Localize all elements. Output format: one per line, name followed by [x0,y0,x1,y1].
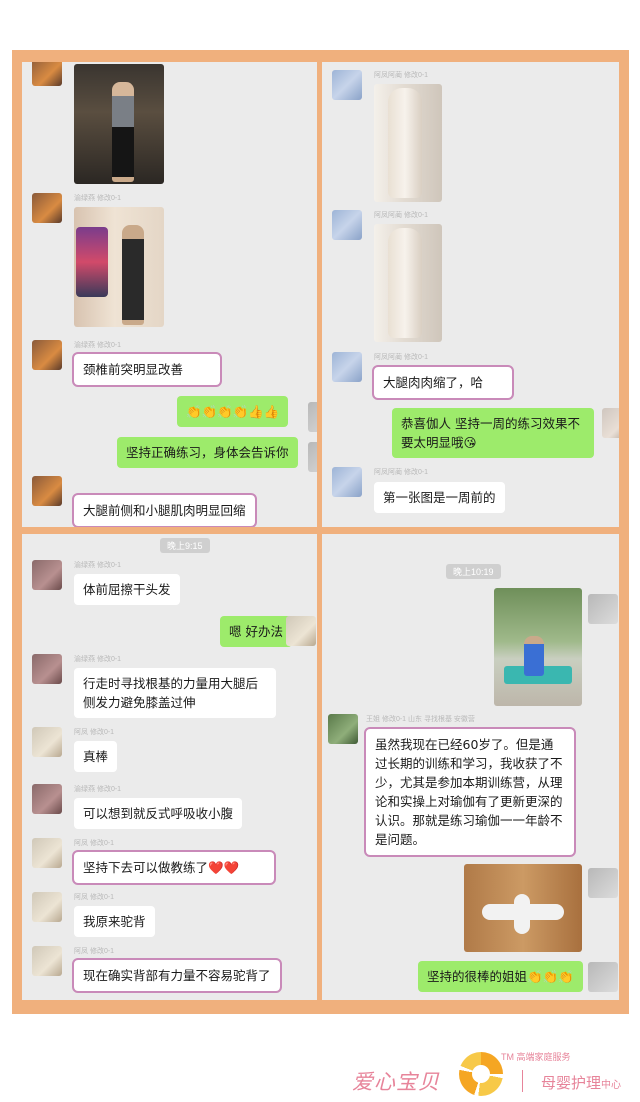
message-bubble-own[interactable]: 嗯 好办法 [220,616,292,647]
sender-nickname: 阿凤阿蔺 修改0-1 [374,72,429,79]
chat-panel-2: 阿凤阿蔺 修改0-1 阿凤阿蔺 修改0-1 阿凤阿蔺 修改0-1 大腿肉肉缩了，… [322,62,619,527]
brand-subtitle: 母婴护理中心 [541,1072,621,1093]
photo-leg-before[interactable] [374,84,442,202]
avatar[interactable] [32,892,62,922]
collage-frame: 渝绿燕 修改0-1 渝绿燕 修改0-1 颈椎前突明显改善 👏👏👏👏👍👍 坚持正确… [12,50,629,1014]
avatar[interactable] [32,476,62,506]
chat-panel-1: 渝绿燕 修改0-1 渝绿燕 修改0-1 颈椎前突明显改善 👏👏👏👏👍👍 坚持正确… [22,62,317,527]
sender-nickname: 渝绿燕 修改0-1 [74,562,122,569]
avatar[interactable] [32,784,62,814]
sender-nickname: 阿凤 修改0-1 [74,948,115,955]
avatar[interactable] [32,838,62,868]
avatar[interactable] [32,727,62,757]
brand-subtitle-main: 母婴护理 [541,1074,602,1092]
message-bubble[interactable]: 大腿肉肉缩了，哈 [372,365,514,400]
photo-room[interactable] [74,207,164,327]
sender-nickname: 阿凤阿蔺 修改0-1 [374,469,429,476]
timestamp: 晚上9:15 [160,538,210,553]
message-bubble[interactable]: 现在确实背部有力量不容易驼背了 [72,958,282,993]
message-bubble[interactable]: 真棒 [74,741,118,772]
message-bubble[interactable]: 虽然我现在已经60岁了。但是通过长期的训练和学习，我收获了不少，尤其是参加本期训… [364,727,576,857]
avatar[interactable] [308,442,317,472]
message-bubble[interactable]: 坚持下去可以做教练了❤️❤️ [72,850,276,885]
sender-nickname: 渝绿燕 修改0-1 [74,195,122,202]
divider [522,1070,523,1092]
avatar[interactable] [588,962,618,992]
message-bubble[interactable]: 第一张图是一周前的 [374,482,505,513]
sender-nickname: 阿凤 修改0-1 [74,840,115,847]
avatar[interactable] [32,62,62,86]
avatar[interactable] [588,594,618,624]
message-bubble[interactable]: 行走时寻找根基的力量用大腿后侧发力避免膝盖过伸 [74,668,276,718]
photo-leg-after[interactable] [374,224,442,342]
logo-icon [459,1052,503,1096]
avatar[interactable] [32,340,62,370]
message-bubble-own[interactable]: 恭喜伽人 坚持一周的练习效果不要太明显哦😘 [392,408,594,458]
message-bubble[interactable]: 体前屈擦干头发 [74,574,180,605]
sender-nickname: 阿凤阿蔺 修改0-1 [374,212,429,219]
sender-nickname: 阿凤 修改0-1 [74,729,115,736]
sender-nickname: 渝绿燕 修改0-1 [74,786,122,793]
photo-gym[interactable] [74,64,164,184]
photo-park-yoga[interactable] [494,588,582,706]
message-bubble[interactable]: 大腿前侧和小腿肌肉明显回缩 [72,493,257,527]
sender-nickname: 渝绿燕 修改0-1 [74,656,122,663]
avatar[interactable] [32,560,62,590]
message-bubble-own[interactable]: 坚持的很棒的姐姐👏👏👏 [418,961,583,992]
brand-name: 爱心宝贝 [352,1070,440,1094]
message-bubble[interactable]: 我原来驼背 [74,906,155,937]
avatar[interactable] [602,408,619,438]
avatar[interactable] [286,616,316,646]
message-bubble[interactable]: 可以想到就反式呼吸收小腹 [74,798,243,829]
sender-nickname: 渝绿燕 修改0-1 [74,342,122,349]
avatar[interactable] [588,868,618,898]
avatar[interactable] [332,210,362,240]
avatar[interactable] [328,714,358,744]
avatar[interactable] [332,467,362,497]
chat-panel-3: 晚上9:15 渝绿燕 修改0-1 体前屈擦干头发 嗯 好办法 渝绿燕 修改0-1… [22,534,317,1000]
avatar[interactable] [32,946,62,976]
message-bubble-own[interactable]: 坚持正确练习，身体会告诉你 [117,437,298,468]
sender-nickname: 阿凤阿蔺 修改0-1 [374,354,429,361]
message-bubble-own[interactable]: 👏👏👏👏👍👍 [177,396,289,427]
sender-nickname: 阿凤 修改0-1 [74,894,115,901]
avatar[interactable] [332,352,362,382]
photo-floor-yoga[interactable] [464,864,582,952]
avatar[interactable] [308,402,317,432]
message-bubble[interactable]: 颈椎前突明显改善 [72,352,222,387]
chat-panel-4: 晚上10:19 王姐 修改0-1 山东 寻找根基 安徽营 虽然我现在已经60岁了… [322,534,619,1000]
avatar[interactable] [32,193,62,223]
sender-nickname: 王姐 修改0-1 山东 寻找根基 安徽营 [366,716,475,723]
brand-subtitle-small: 中心 [601,1080,622,1091]
avatar[interactable] [32,654,62,684]
timestamp: 晚上10:19 [446,564,501,579]
brand-tagline: TM 高端家庭服务 [501,1052,571,1062]
avatar[interactable] [332,70,362,100]
